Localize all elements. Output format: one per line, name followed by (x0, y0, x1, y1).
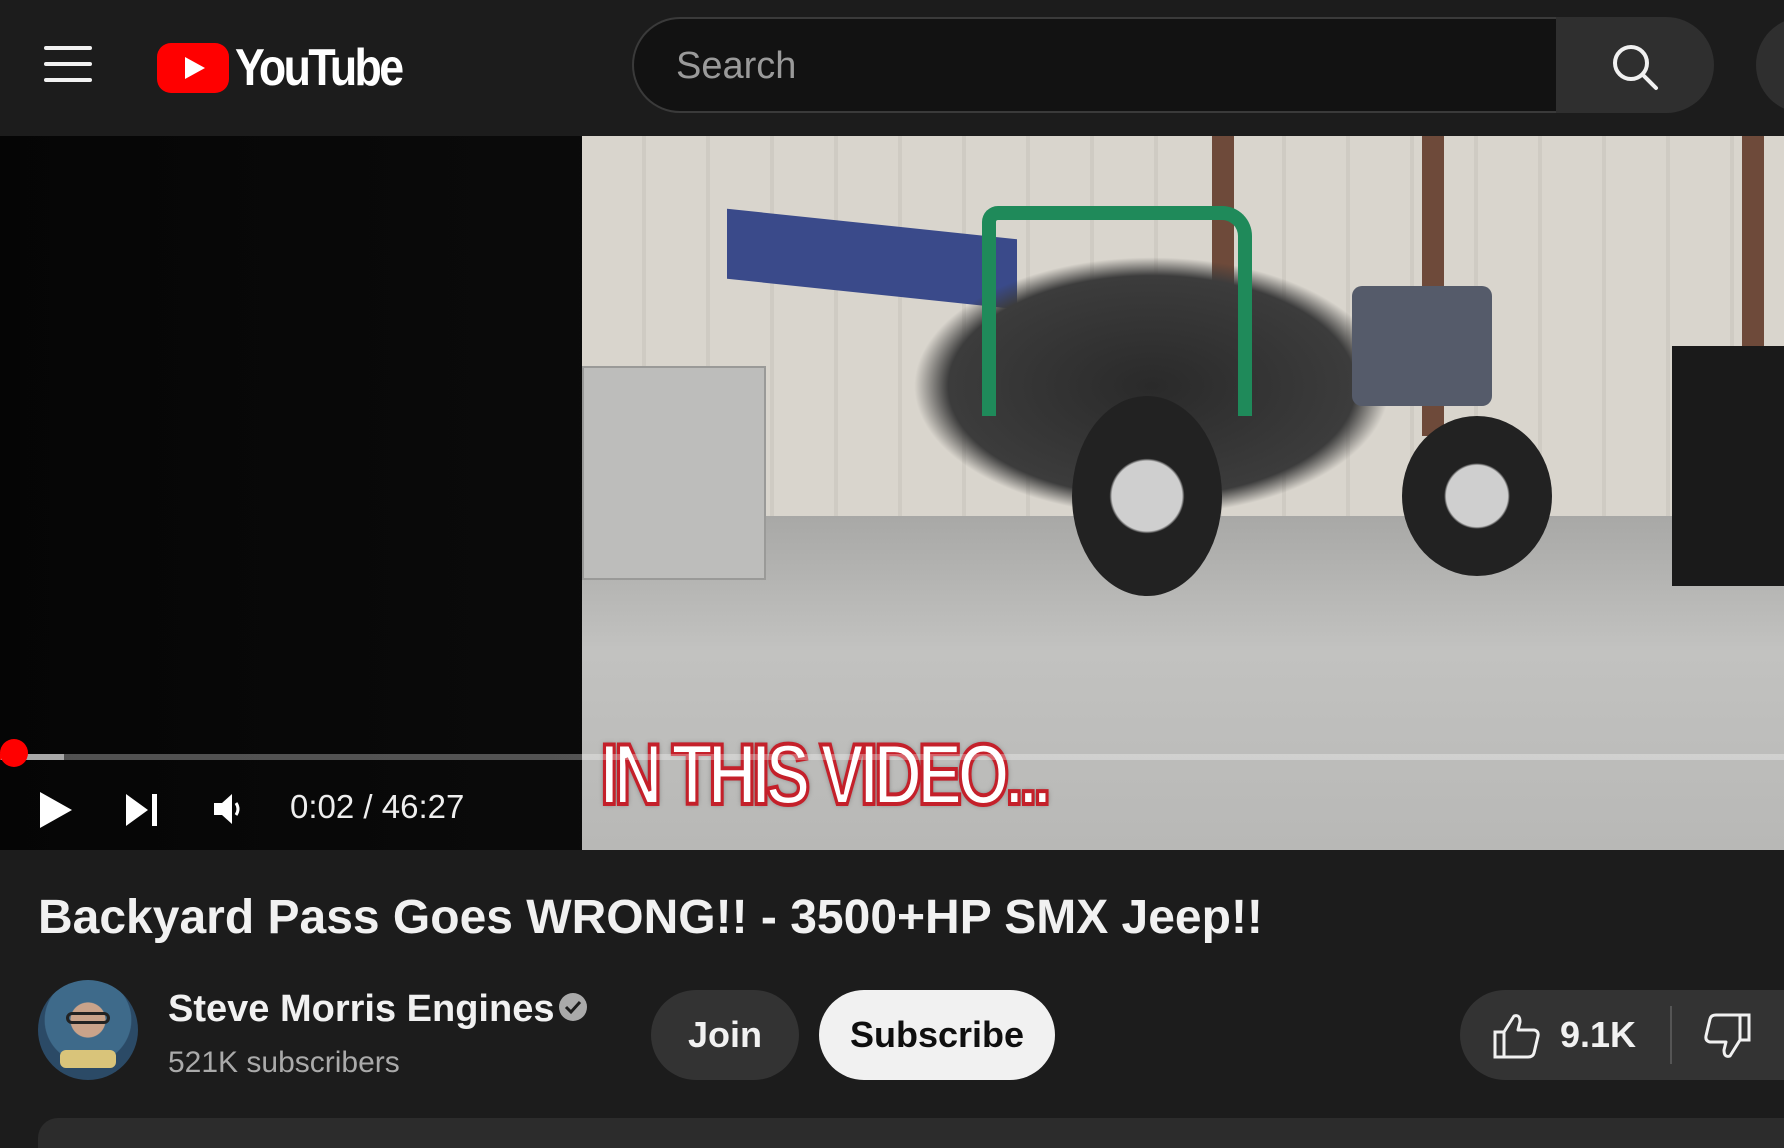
video-overlay-caption: IN THIS VIDEO... (598, 725, 1053, 825)
description-box[interactable] (38, 1118, 1784, 1148)
video-title: Backyard Pass Goes WRONG!! - 3500+HP SMX… (38, 891, 1263, 944)
scrubber-handle[interactable] (0, 739, 28, 767)
menu-icon[interactable] (44, 46, 92, 82)
next-icon (126, 794, 157, 826)
channel-avatar[interactable] (38, 980, 138, 1080)
logo-text: YouTube (235, 39, 404, 97)
youtube-logo[interactable]: YouTube (157, 39, 429, 97)
dislike-button[interactable] (1672, 990, 1784, 1080)
search-icon (1613, 45, 1658, 90)
thumbs-down-icon (1704, 1013, 1751, 1058)
time-display: 0:02 / 46:27 (290, 788, 465, 825)
video-frame: IN THIS VIDEO... (582, 136, 1784, 850)
next-button[interactable] (124, 790, 160, 830)
video-player[interactable]: IN THIS VIDEO... 0:02 / 46:27 (0, 136, 1784, 850)
channel-name[interactable]: Steve Morris Engines (168, 988, 554, 1031)
play-button[interactable] (36, 788, 76, 832)
subscribe-button[interactable]: Subscribe (819, 990, 1055, 1080)
thumbs-up-icon (1493, 1014, 1540, 1059)
join-button[interactable]: Join (651, 990, 799, 1080)
account-button[interactable] (1756, 17, 1784, 113)
volume-icon (214, 794, 240, 824)
search-input[interactable] (674, 19, 1528, 113)
progress-bar[interactable] (0, 754, 1784, 760)
like-button[interactable]: 9.1K (1460, 990, 1670, 1080)
youtube-logo-icon (157, 43, 229, 93)
search-box (632, 17, 1556, 113)
subscriber-count: 521K subscribers (168, 1046, 400, 1079)
masthead: YouTube (0, 0, 1784, 136)
volume-button[interactable] (212, 792, 244, 826)
search-button[interactable] (1556, 17, 1714, 113)
play-icon (40, 792, 72, 828)
verified-icon (559, 993, 587, 1021)
like-count: 9.1K (1560, 1014, 1637, 1055)
like-dislike-group: 9.1K (1460, 990, 1784, 1080)
